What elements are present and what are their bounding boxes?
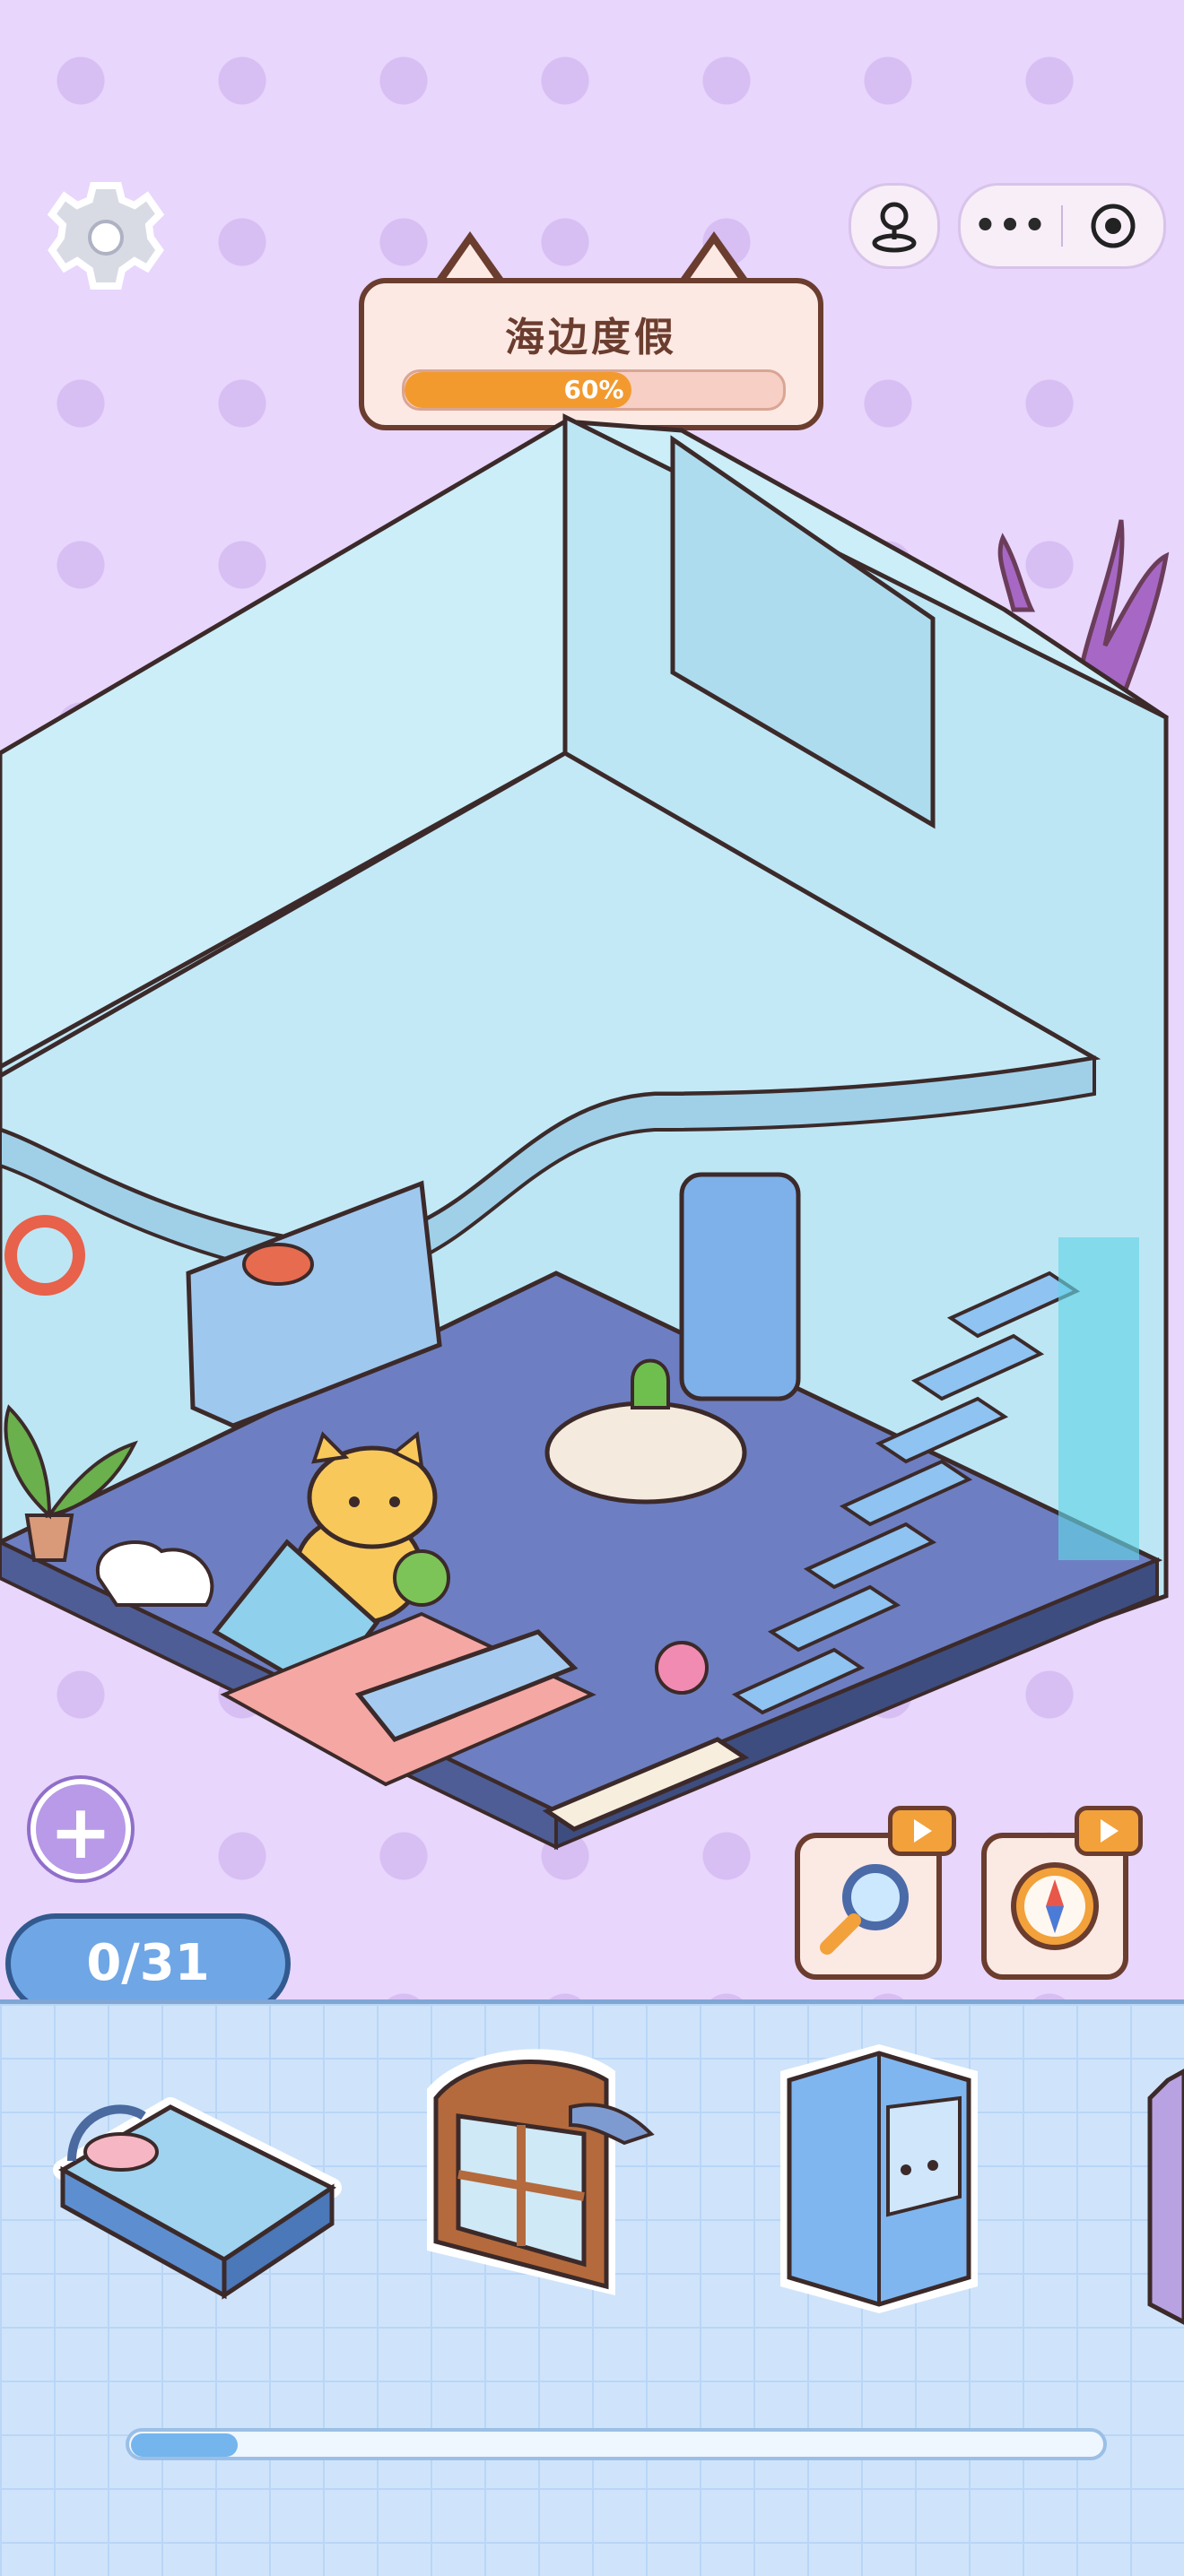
round-table: [544, 1401, 747, 1505]
bed-icon: [53, 2097, 342, 2300]
level-title: 海边度假: [505, 315, 677, 360]
item-partial-next[interactable]: [1132, 2062, 1184, 2335]
pin-icon: [872, 202, 917, 253]
fridge: [679, 1172, 801, 1401]
video-ad-icon-2: [1075, 1806, 1143, 1856]
item-shark-arched-window[interactable]: [409, 2035, 678, 2326]
pot: [242, 1243, 314, 1286]
close-target-button[interactable]: [1063, 201, 1163, 251]
kettle: [631, 1358, 670, 1409]
gear-icon: [47, 182, 165, 290]
plus-icon: +: [48, 1788, 113, 1876]
tray-scroll-thumb[interactable]: [131, 2433, 238, 2457]
settings-gear-button[interactable]: [43, 175, 169, 300]
pin-button[interactable]: [849, 183, 940, 269]
target-icon: [1091, 204, 1136, 248]
room-scene: [0, 412, 1170, 1851]
compass-button[interactable]: [981, 1806, 1143, 1980]
compass-icon: [1011, 1862, 1099, 1950]
add-button[interactable]: +: [30, 1779, 131, 1879]
window-icon: [427, 2049, 655, 2295]
furniture-partial-icon: [1147, 2069, 1184, 2325]
magnifier-icon: [820, 1864, 909, 1955]
item-blue-wardrobe[interactable]: [762, 2035, 996, 2326]
wardrobe-icon: [780, 2044, 978, 2313]
aquarium: [1058, 1237, 1139, 1560]
mini-program-capsule: •••: [958, 183, 1166, 269]
item-ocean-bed[interactable]: [36, 2035, 359, 2326]
more-button[interactable]: •••: [961, 205, 1061, 247]
magnifier-hint-button[interactable]: [795, 1806, 956, 1980]
tray-scrollbar[interactable]: [126, 2428, 1107, 2460]
more-icon: •••: [973, 205, 1049, 247]
flower-pot: [655, 1641, 709, 1695]
video-ad-icon: [888, 1806, 956, 1856]
